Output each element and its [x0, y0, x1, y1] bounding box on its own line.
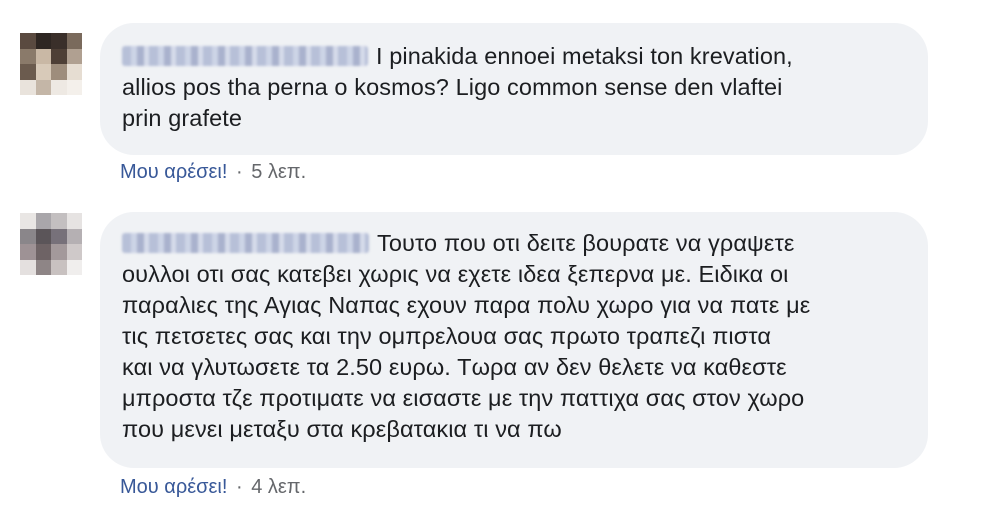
separator: · [235, 476, 243, 498]
avatar[interactable] [20, 213, 82, 275]
timestamp[interactable]: 4 λεπ. [251, 476, 306, 498]
comment-body: Τουτο που οτι δειτε βουρατε να γραψετε ο… [122, 230, 811, 442]
comment-2: Τουτο που οτι δειτε βουρατε να γραψετε ο… [0, 0, 986, 526]
comment-bubble: Τουτο που οτι δειτε βουρατε να γραψετε ο… [100, 212, 928, 468]
author-name[interactable] [122, 233, 369, 253]
like-link[interactable]: Μου αρέσει! [120, 476, 227, 498]
comment-actions: Μου αρέσει! · 4 λεπ. [120, 475, 306, 499]
comment-text: Τουτο που οτι δειτε βουρατε να γραψετε ο… [122, 228, 810, 445]
